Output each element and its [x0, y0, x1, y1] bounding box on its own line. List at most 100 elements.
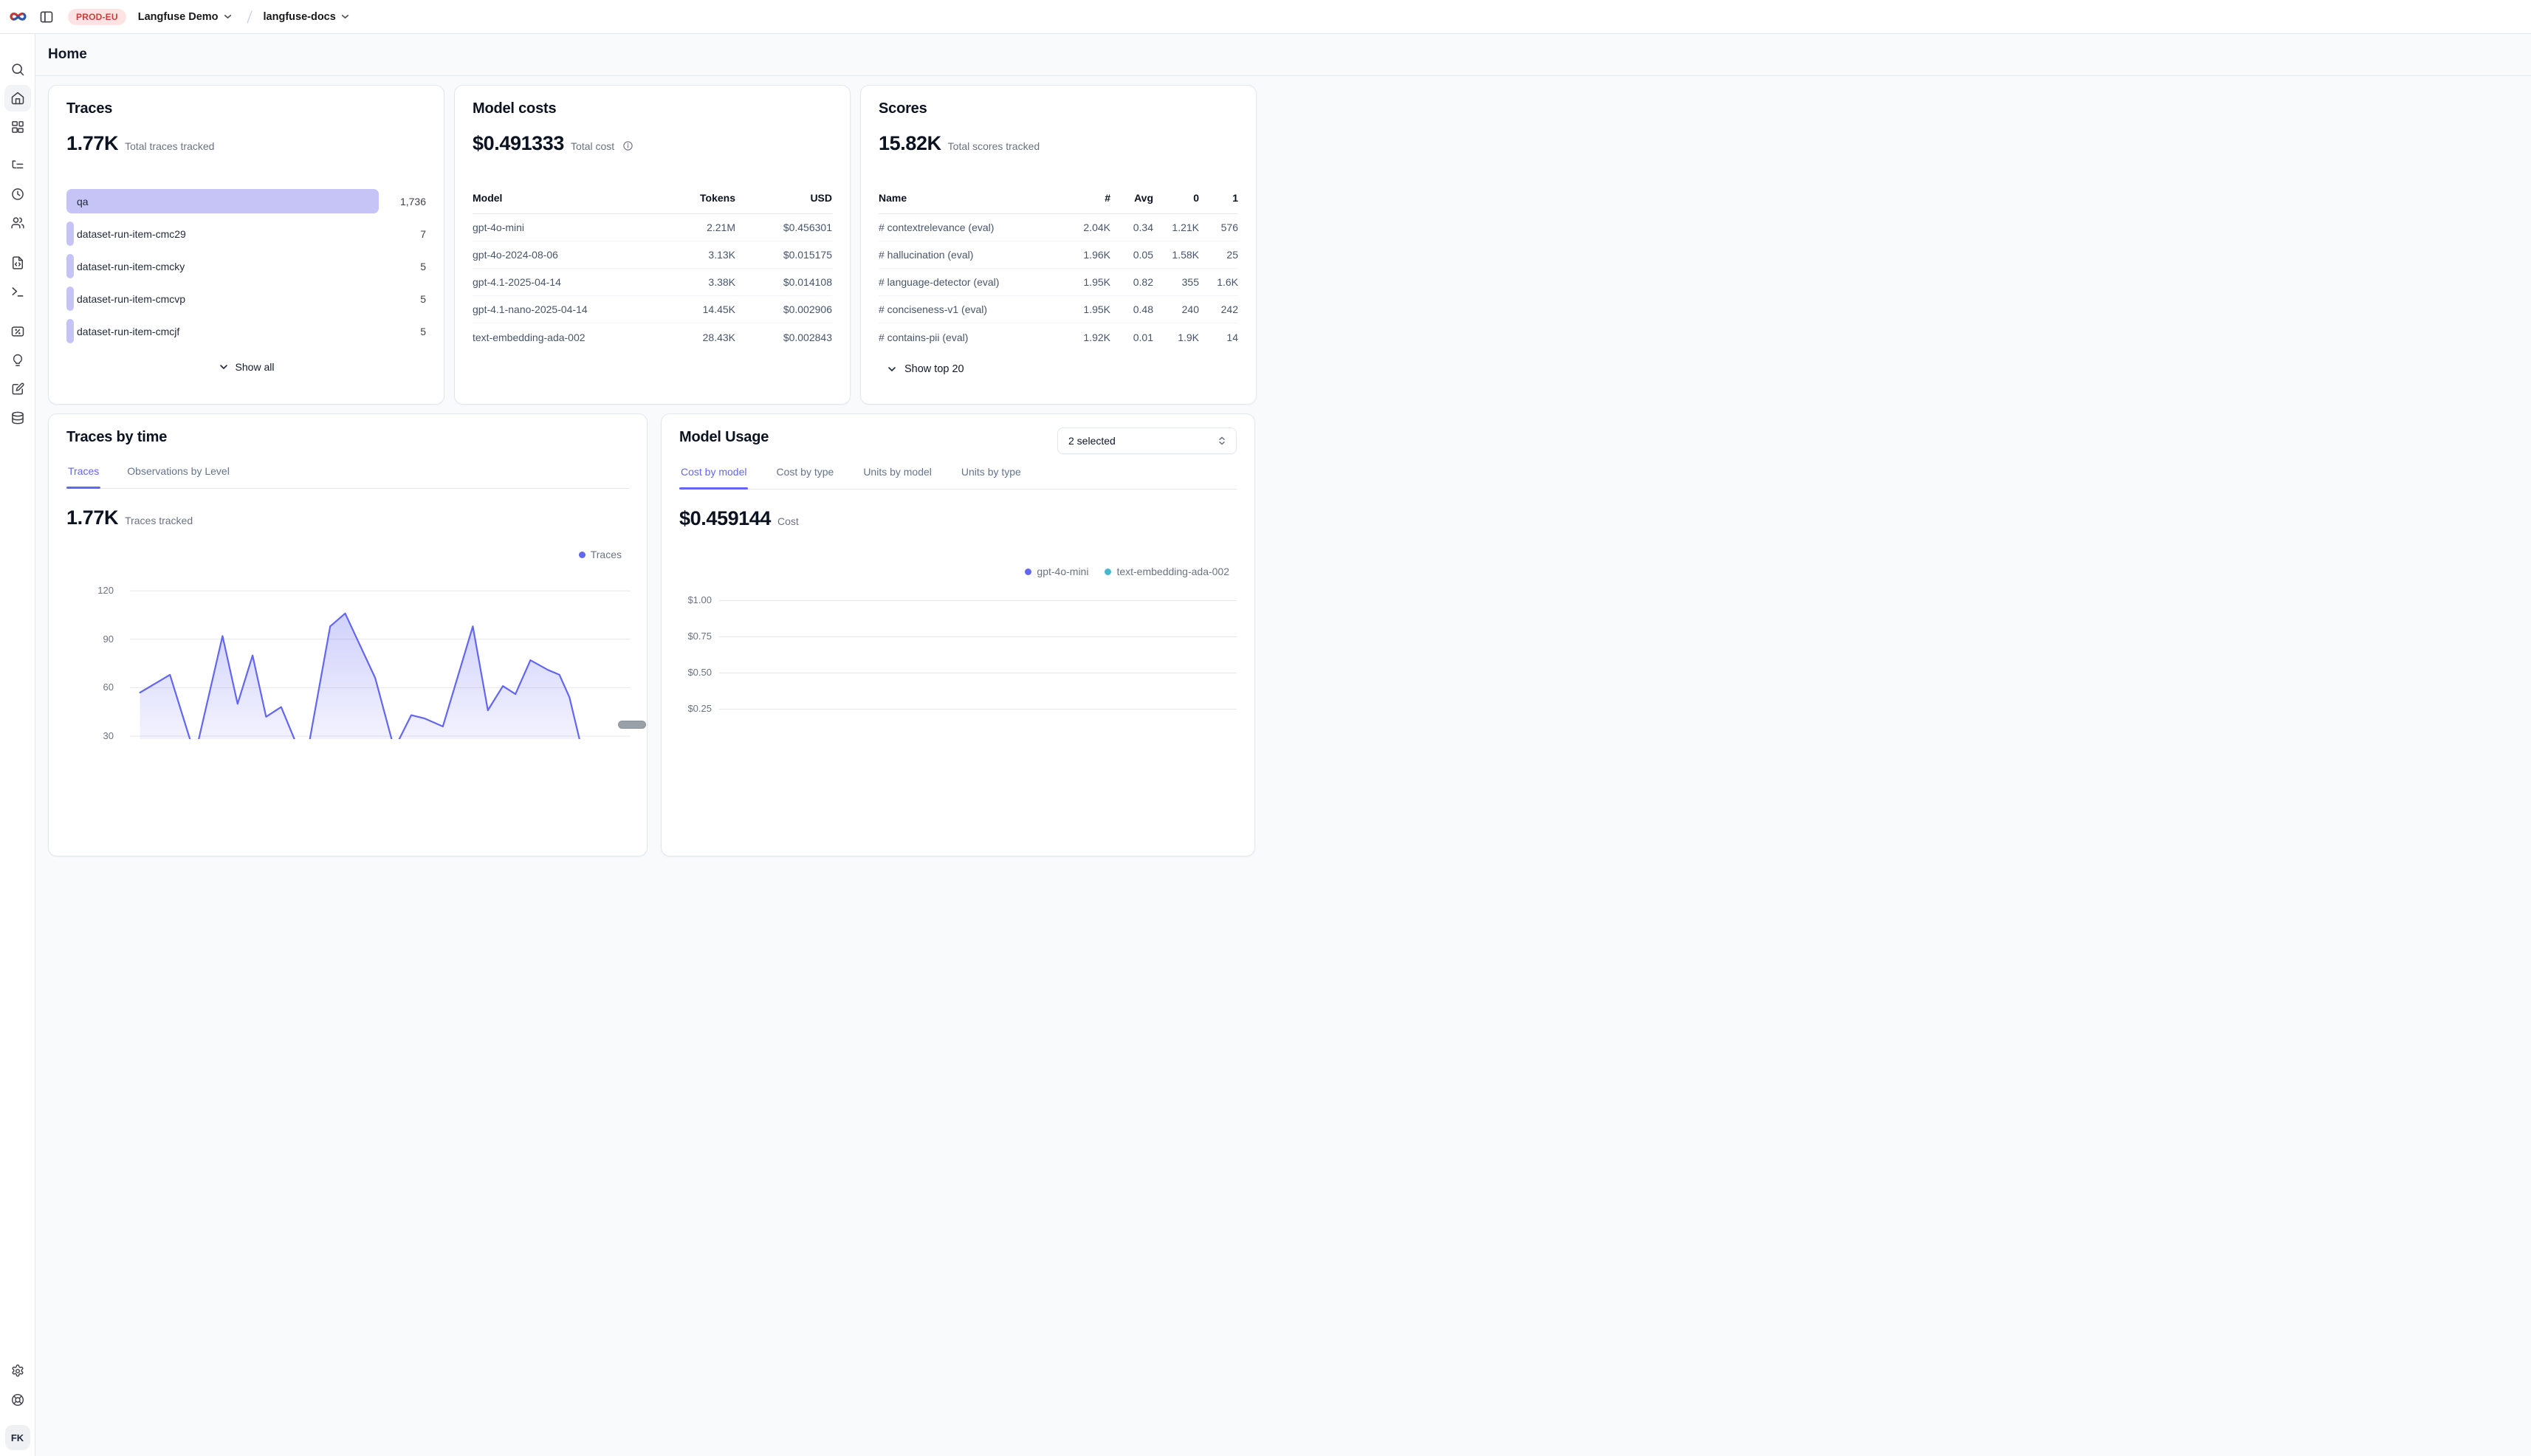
sidebar-item-settings[interactable]	[4, 1358, 31, 1384]
cell-tokens: 3.38K	[647, 276, 735, 288]
sidebar-item-evals[interactable]	[4, 318, 31, 345]
show-all-label: Show all	[236, 361, 275, 373]
trace-bar-row[interactable]: dataset-run-item-cmcjf 5	[66, 319, 426, 343]
sidebar-item-playground[interactable]	[4, 278, 31, 305]
cell-avg: 0.34	[1110, 222, 1153, 233]
sidebar-item-datasets[interactable]	[4, 405, 31, 431]
show-top-20-label: Show top 20	[904, 363, 964, 375]
model-usage-title: Model Usage	[679, 429, 769, 446]
cell-count: 1.95K	[1059, 276, 1110, 288]
trace-bar-value: 5	[379, 293, 426, 305]
legend-label: Traces	[591, 549, 622, 560]
cell-tokens: 3.13K	[647, 249, 735, 261]
top-bar: PROD-EU Langfuse Demo langfuse-docs	[0, 0, 2531, 34]
trace-bar-row[interactable]: dataset-run-item-cmcky 5	[66, 254, 426, 278]
col-header-tokens: Tokens	[647, 192, 735, 213]
trace-bar-row[interactable]: qa 1,736	[66, 189, 426, 213]
sidebar-item-prompts[interactable]	[4, 250, 31, 276]
sidebar-item-users[interactable]	[4, 210, 31, 236]
chevron-down-icon	[887, 364, 897, 374]
sidebar-item-home[interactable]	[4, 85, 31, 111]
tab-units-by-model[interactable]: Units by model	[862, 466, 933, 489]
cell-name: # conciseness-v1 (eval)	[879, 303, 1059, 315]
tab-cost-by-type[interactable]: Cost by type	[775, 466, 835, 489]
gridline	[719, 600, 1237, 601]
trace-bar-value: 7	[379, 228, 426, 240]
table-row: # language-detector (eval) 1.95K 0.82 35…	[879, 269, 1238, 296]
table-row: # conciseness-v1 (eval) 1.95K 0.48 240 2…	[879, 296, 1238, 323]
trace-bar-label: dataset-run-item-cmc29	[77, 228, 186, 240]
cell-model: gpt-4.1-nano-2025-04-14	[473, 303, 647, 315]
sidebar-item-sessions[interactable]	[4, 181, 31, 207]
sidebar-toggle-button[interactable]	[35, 6, 58, 28]
gridline	[719, 709, 1237, 710]
sidebar-item-support[interactable]	[4, 1387, 31, 1413]
sidebar-item-annotation[interactable]	[4, 376, 31, 402]
trace-bar-row[interactable]: dataset-run-item-cmc29 7	[66, 222, 426, 246]
traces-metric-label: Total traces tracked	[125, 140, 214, 152]
tab-observations-by-level[interactable]: Observations by Level	[126, 465, 231, 488]
datasets-database-icon	[10, 411, 25, 425]
project-switcher[interactable]: langfuse-docs	[264, 11, 350, 23]
scores-title: Scores	[879, 100, 1238, 117]
users-icon	[10, 216, 25, 230]
col-header-usd: USD	[735, 192, 832, 213]
cell-zero: 1.9K	[1153, 332, 1199, 343]
sidebar-item-tracing[interactable]	[4, 152, 31, 179]
chevron-down-icon	[219, 362, 229, 372]
y-tick-label: $1.00	[679, 594, 712, 606]
y-tick-label: $0.25	[679, 703, 712, 715]
org-name: Langfuse Demo	[138, 11, 219, 23]
col-header-zero: 0	[1153, 192, 1199, 213]
trace-bar-label: qa	[77, 196, 89, 207]
model-costs-metric: $0.491333	[473, 132, 564, 155]
cell-count: 1.96K	[1059, 249, 1110, 261]
model-selector-dropdown[interactable]: 2 selected	[1057, 427, 1237, 454]
cell-tokens: 14.45K	[647, 303, 735, 315]
tracing-icon	[10, 158, 25, 173]
scores-metric-label: Total scores tracked	[948, 140, 1040, 152]
tab-traces[interactable]: Traces	[66, 465, 100, 488]
breadcrumb-separator	[243, 9, 256, 25]
cell-usd: $0.456301	[735, 222, 832, 233]
cell-zero: 355	[1153, 276, 1199, 288]
search-icon	[10, 62, 25, 77]
cell-avg: 0.48	[1110, 303, 1153, 315]
scores-table: Name # Avg 0 1 # contextrelevance (eval)…	[879, 192, 1238, 351]
horizontal-scrollbar-thumb[interactable]	[618, 721, 646, 729]
user-avatar[interactable]: FK	[5, 1425, 30, 1450]
table-row: gpt-4.1-nano-2025-04-14 14.45K $0.002906	[473, 296, 832, 323]
legend-item-traces: Traces	[579, 549, 622, 560]
sidebar-item-insights[interactable]	[4, 347, 31, 374]
show-top-20-button[interactable]: Show top 20	[879, 363, 1238, 375]
dashboards-icon	[10, 120, 25, 134]
legend-item-text-embedding-ada-002: text-embedding-ada-002	[1105, 566, 1229, 577]
sidebar-item-search[interactable]	[4, 56, 31, 83]
tab-units-by-type[interactable]: Units by type	[960, 466, 1023, 489]
langfuse-logo	[0, 7, 35, 26]
y-tick-label: 90	[103, 633, 114, 645]
tab-cost-by-model[interactable]: Cost by model	[679, 466, 748, 489]
model-usage-tabs: Cost by model Cost by type Units by mode…	[679, 466, 1237, 490]
sidebar-item-dashboards[interactable]	[4, 114, 31, 140]
show-all-button[interactable]: Show all	[66, 361, 426, 373]
cell-zero: 1.21K	[1153, 222, 1199, 233]
trace-bar-row[interactable]: dataset-run-item-cmcvp 5	[66, 286, 426, 311]
table-row: # contains-pii (eval) 1.92K 0.01 1.9K 14	[879, 323, 1238, 351]
trace-bar-label: dataset-run-item-cmcjf	[77, 326, 179, 337]
y-tick-label: 60	[103, 681, 114, 693]
info-icon[interactable]	[622, 140, 633, 151]
cell-name: # language-detector (eval)	[879, 276, 1059, 288]
cell-count: 2.04K	[1059, 222, 1110, 233]
model-selector-value: 2 selected	[1068, 435, 1116, 447]
traces-bar-list: qa 1,736 dataset-run-item-cmc29 7 datase…	[66, 189, 426, 343]
sessions-clock-icon	[10, 187, 25, 202]
y-tick-label: 30	[103, 730, 114, 742]
table-row: gpt-4.1-2025-04-14 3.38K $0.014108	[473, 269, 832, 296]
cell-usd: $0.015175	[735, 249, 832, 261]
org-switcher[interactable]: Langfuse Demo	[138, 11, 233, 23]
support-lifebuoy-icon	[10, 1393, 25, 1407]
chevrons-up-down-icon	[1217, 436, 1227, 446]
cell-usd: $0.002906	[735, 303, 832, 315]
panel-left-icon	[39, 10, 54, 24]
